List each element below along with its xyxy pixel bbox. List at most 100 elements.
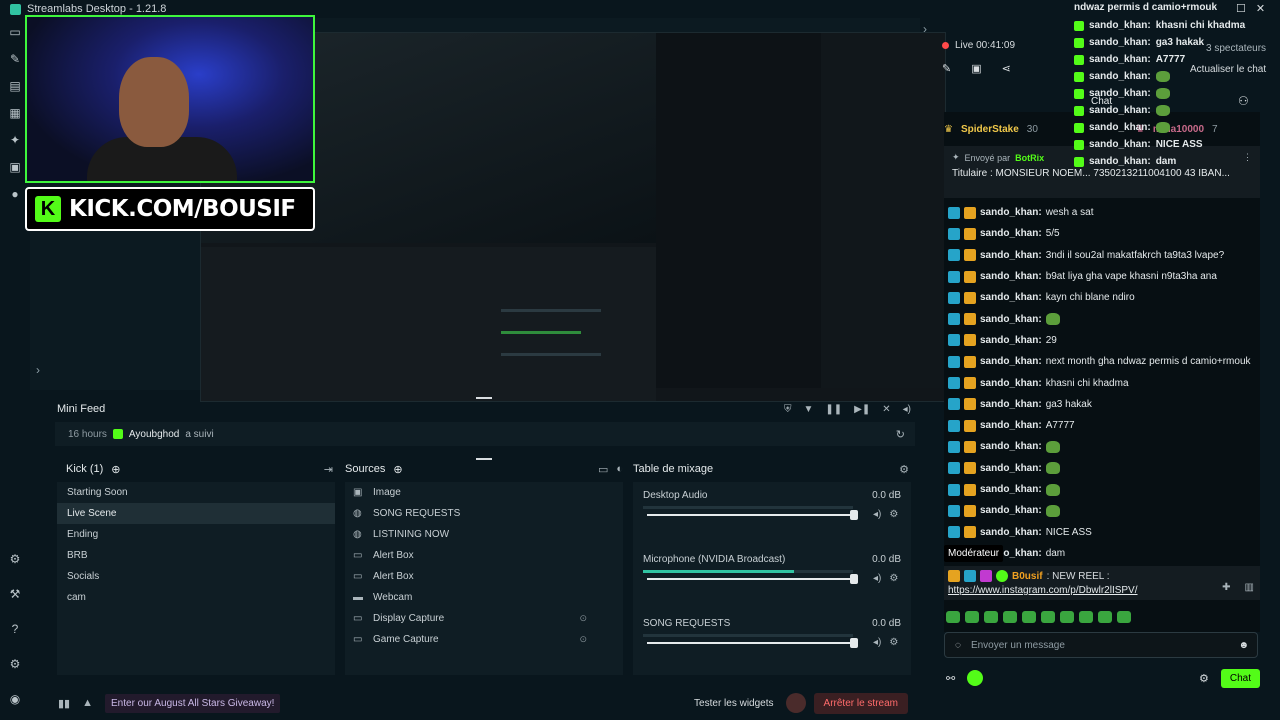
emote-icon[interactable] [1041,611,1055,623]
mute-alerts-icon[interactable]: ✕ [882,404,890,415]
profile-icon[interactable]: ◉ [0,685,30,712]
pause-icon[interactable]: ❚❚ [825,404,842,415]
scene-transition-icon[interactable]: ⇥ [324,463,333,476]
scene-item[interactable]: Starting Soon [57,482,335,503]
volume-icon[interactable]: ◂) [903,404,911,415]
gear-icon[interactable]: ⚙ [1199,672,1209,685]
scene-item[interactable]: Ending [57,524,335,545]
filter-icon[interactable]: ▼ [804,404,814,415]
scene-item[interactable]: BRB [57,545,335,566]
volume-icon[interactable]: ◂) [873,637,881,648]
edit-icon[interactable]: ✎ [942,62,951,75]
camera-icon[interactable]: ▣ [971,62,981,75]
maximize-icon[interactable]: ☐ [1236,2,1246,15]
test-widgets-button[interactable]: Tester les widgets [694,698,773,709]
source-item[interactable]: ▭ Display Capture ⊙ [345,608,623,629]
chat-username[interactable]: sando_khan: [980,314,1042,325]
scene-collection-label[interactable]: Kick (1) [66,463,103,475]
chat-username[interactable]: sando_khan: [980,484,1042,495]
tools-icon[interactable]: ⚒ [0,580,30,607]
source-item[interactable]: ◍ LISTINING NOW [345,524,623,545]
source-item[interactable]: ▣ Image [345,482,623,503]
chat-username[interactable]: sando_khan: [980,335,1042,346]
source-item[interactable]: ▭ Game Capture ⊙ [345,629,623,650]
gear-icon[interactable]: ⚙ [889,573,898,584]
mixer-panel: Table de mixage ⚙ Desktop Audio 0.0 dB ◂) ⚙… [633,460,911,675]
chat-input-box[interactable]: ◌ ☻ [944,632,1258,658]
reel-link[interactable]: https://www.instagram.com/p/Dbwlr2lISPV/ [948,585,1256,596]
volume-slider[interactable] [647,574,858,584]
chat-username[interactable]: sando_khan: [980,441,1042,452]
emoji-icon[interactable]: ◌ [955,640,961,651]
chat-username[interactable]: sando_khan: [980,378,1042,389]
chat-username[interactable]: sando_khan: [980,250,1042,261]
source-item[interactable]: ▬ Webcam [345,587,623,608]
reel-user[interactable]: B0usif [1012,571,1043,582]
source-item[interactable]: ◍ SONG REQUESTS [345,503,623,524]
emote-icon[interactable] [1003,611,1017,623]
source-item[interactable]: ▭ Alert Box [345,545,623,566]
gear-icon[interactable]: ⚙ [889,637,898,648]
volume-icon[interactable]: ◂) [873,573,881,584]
pin-icon[interactable]: ✚ [1222,582,1230,593]
volume-slider[interactable] [647,638,858,648]
close-icon[interactable]: ✕ [1256,2,1265,15]
emote-icon[interactable] [1098,611,1112,623]
emote-icon[interactable] [1117,611,1131,623]
folder-icon[interactable]: ▭ [598,463,608,476]
chat-username[interactable]: sando_khan: [980,356,1042,367]
chat-username[interactable]: sando_khan: [980,228,1042,239]
source-item[interactable]: ▭ Alert Box [345,566,623,587]
lock-icon[interactable]: ⊙ [579,634,587,645]
sent-by-name[interactable]: BotRix [1015,153,1044,163]
chat-username[interactable]: sando_khan: [980,207,1042,218]
chat-username[interactable]: sando_khan: [980,399,1042,410]
trash-icon[interactable]: ▥ [1245,582,1254,593]
help-icon[interactable]: ? [0,615,30,642]
volume-slider-handle[interactable] [850,574,858,584]
chat-input[interactable] [970,639,1211,651]
volume-slider-handle[interactable] [850,510,858,520]
share-icon[interactable]: ⋖ [1002,62,1011,75]
refresh-icon[interactable]: ↻ [896,428,905,441]
chat-username[interactable]: sando_khan: [980,463,1042,474]
event-user[interactable]: Ayoubghod [129,429,179,440]
emote-icon[interactable] [946,611,960,623]
alert-icon[interactable]: ▲ [82,697,93,709]
gear-icon[interactable]: ⚙ [899,463,909,476]
ultra-icon[interactable]: ⚙ [0,545,30,572]
scene-item[interactable]: Socials [57,566,335,587]
skip-icon[interactable]: ▶❚ [854,404,870,415]
shield-icon[interactable]: ⛨ [784,404,792,415]
send-chat-button[interactable]: Chat [1220,668,1260,688]
connections-icon[interactable]: ⚯ [946,672,955,685]
lock-icon[interactable]: ⊙ [579,613,587,624]
chat-username[interactable]: sando_khan: [980,292,1042,303]
volume-slider[interactable] [647,510,858,520]
emote-icon[interactable] [965,611,979,623]
scene-item[interactable]: Live Scene [57,503,335,524]
chat-username[interactable]: sando_khan: [980,420,1042,431]
record-button[interactable] [785,693,806,713]
emote-icon[interactable] [984,611,998,623]
visibility-icon[interactable]: ◐ [616,463,623,476]
add-source-icon[interactable]: ⊕ [393,463,402,476]
settings-icon[interactable]: ⚙ [0,650,30,677]
chat-username[interactable]: sando_khan: [980,527,1042,538]
gear-icon[interactable]: ⚙ [889,509,898,520]
giveaway-link[interactable]: Enter our August All Stars Giveaway! [105,693,281,713]
volume-icon[interactable]: ◂) [873,509,881,520]
scene-item[interactable]: cam [57,587,335,608]
chat-username[interactable]: sando_khan: [980,505,1042,516]
emote-icon[interactable] [1079,611,1093,623]
chat-username[interactable]: sando_khan: [980,271,1042,282]
emote-icon[interactable] [1022,611,1036,623]
stop-stream-button[interactable]: Arrêter le stream [813,692,908,714]
emote-picker-icon[interactable]: ☻ [1238,640,1249,651]
add-scene-icon[interactable]: ⊕ [111,463,120,476]
stats-icon[interactable]: ▮▮ [58,697,70,710]
emote-icon[interactable] [1060,611,1074,623]
chevron-right-icon[interactable]: › [36,363,40,377]
volume-slider-handle[interactable] [850,638,858,648]
leader-name[interactable]: SpiderStake [961,124,1019,135]
